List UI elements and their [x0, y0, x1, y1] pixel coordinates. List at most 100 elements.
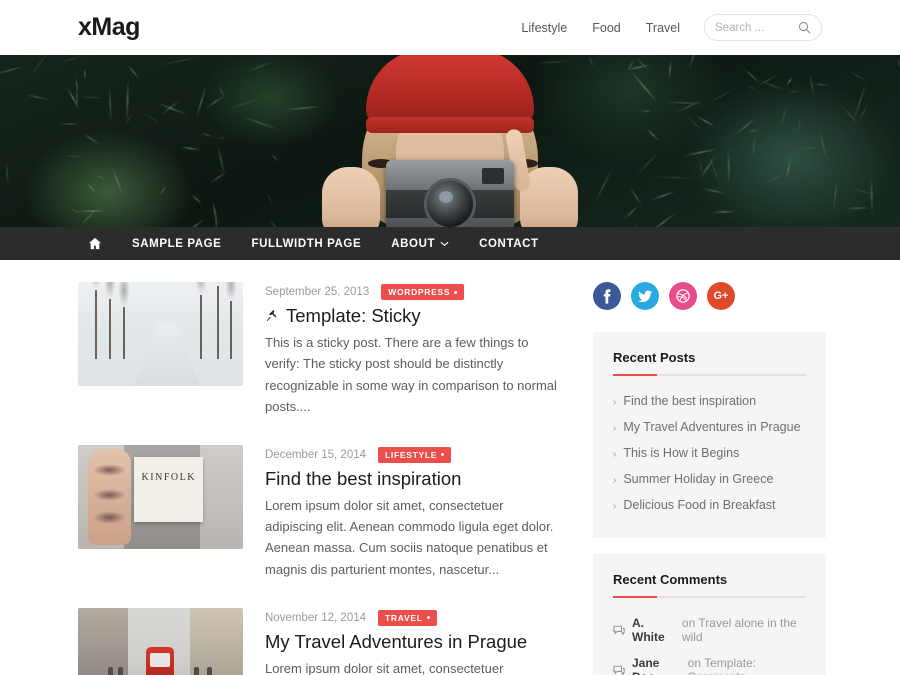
recent-comments-widget: Recent Comments A. White on Travel alone… [593, 554, 826, 675]
nav-item-sample-page[interactable]: SAMPLE PAGE [132, 238, 221, 250]
header-nav-item-lifestyle[interactable]: Lifestyle [521, 21, 567, 35]
post-meta: September 25, 2013 WORDPRESS [265, 284, 563, 300]
post-title[interactable]: My Travel Adventures in Prague [265, 630, 563, 653]
pine-needle [0, 65, 26, 77]
pine-needle [212, 201, 218, 220]
list-item[interactable]: › Summer Holiday in Greece [613, 466, 806, 492]
header-nav-item-food[interactable]: Food [592, 21, 621, 35]
search-input[interactable] [715, 21, 795, 34]
badge-dot-icon [454, 290, 458, 294]
post-meta: November 12, 2014 TRAVEL [265, 609, 563, 626]
list-item[interactable]: › Delicious Food in Breakfast [613, 492, 806, 518]
snowy-road-thumbnail [78, 282, 243, 386]
site-header: xMag Lifestyle Food Travel [0, 0, 900, 55]
page-body: September 25, 2013 WORDPRESS Template: S… [0, 260, 900, 675]
post-excerpt: Lorem ipsum dolor sit amet, consectetuer… [265, 660, 504, 675]
post-content: December 15, 2014 LIFESTYLE Find the bes… [265, 445, 563, 580]
sidebar: G+ Recent Posts › Find the best inspirati… [593, 282, 826, 675]
post-item[interactable]: September 25, 2013 WORDPRESS Template: S… [78, 282, 563, 417]
list-item[interactable]: › My Travel Adventures in Prague [613, 414, 806, 440]
comment-target: on Template: Comments [687, 656, 757, 675]
pine-needle [93, 173, 110, 182]
pine-needle [144, 113, 162, 126]
widget-divider [613, 374, 806, 376]
badge-dot-icon [441, 453, 445, 457]
facebook-icon[interactable] [593, 282, 621, 310]
post-category-badge[interactable]: WORDPRESS [381, 284, 465, 300]
home-icon [88, 237, 102, 250]
post-list: September 25, 2013 WORDPRESS Template: S… [78, 282, 563, 675]
pine-needle [786, 89, 802, 95]
post-thumbnail[interactable] [78, 282, 243, 386]
post-date: November 12, 2014 [265, 611, 367, 624]
pine-needle [832, 179, 839, 211]
post-title[interactable]: Template: Sticky [265, 304, 563, 327]
pine-needle [27, 55, 51, 79]
badge-dot-icon [426, 616, 430, 620]
site-logo[interactable]: xMag [78, 13, 140, 42]
pine-needle [240, 115, 280, 131]
list-item[interactable]: › This is How it Begins [613, 440, 806, 466]
post-title-text: My Travel Adventures in Prague [265, 630, 528, 652]
pine-needle [59, 123, 80, 126]
pine-needle [857, 103, 870, 124]
pine-needle [800, 146, 820, 151]
pine-needle [649, 189, 676, 201]
post-thumbnail[interactable] [78, 607, 243, 675]
pine-needle [152, 225, 158, 227]
pedestrian [107, 666, 113, 675]
pine-needle [688, 55, 704, 71]
vintage-camera [386, 160, 514, 227]
pine-needle [742, 67, 763, 85]
post-excerpt: This is a sticky post. There are a few t… [265, 335, 557, 414]
post-item[interactable]: November 12, 2014 TRAVEL My Travel Adven… [78, 607, 563, 675]
header-nav-item-travel[interactable]: Travel [646, 21, 680, 35]
chevron-right-icon: › [613, 449, 617, 460]
twitter-icon[interactable] [631, 282, 659, 310]
hand-left [322, 167, 380, 227]
post-category-badge[interactable]: TRAVEL [378, 609, 437, 626]
magazine-cover [134, 457, 204, 522]
chevron-right-icon: › [613, 475, 617, 486]
chevron-right-icon: › [613, 501, 617, 512]
pine-needle [74, 77, 79, 93]
tree [195, 282, 208, 359]
camera-viewfinder [482, 168, 504, 184]
pine-needle [786, 75, 794, 86]
nav-item-contact[interactable]: CONTACT [479, 238, 539, 250]
comment-author: A. White [632, 616, 665, 644]
search-icon[interactable] [798, 21, 811, 34]
list-item[interactable]: Jane Doe on Template: Comments [613, 650, 806, 675]
building-left [78, 607, 128, 675]
chevron-down-icon [440, 238, 449, 250]
post-item[interactable]: December 15, 2014 LIFESTYLE Find the bes… [78, 444, 563, 580]
comment-target: on Travel alone in the wild [681, 616, 797, 644]
snow-road [134, 321, 201, 386]
tree [89, 282, 102, 359]
pine-needle [111, 165, 125, 197]
recent-post-label: This is How it Begins [623, 446, 740, 460]
pine-needle [630, 71, 660, 105]
post-date: September 25, 2013 [265, 286, 370, 298]
nav-item-home[interactable] [88, 237, 102, 250]
post-category-badge[interactable]: LIFESTYLE [378, 446, 452, 463]
nav-item-about[interactable]: ABOUT [391, 238, 449, 250]
recent-comments-title: Recent Comments [613, 572, 728, 587]
nav-item-about-label: ABOUT [391, 237, 436, 250]
pine-needle [108, 85, 113, 124]
pine-needle [24, 93, 52, 102]
tattoo [92, 463, 126, 477]
post-title[interactable]: Find the best inspiration [265, 467, 563, 490]
nav-item-fullwidth-page[interactable]: FULLWIDTH PAGE [251, 238, 361, 250]
pine-needle [159, 185, 168, 196]
list-item[interactable]: A. White on Travel alone in the wild [613, 610, 806, 650]
list-item[interactable]: › Find the best inspiration [613, 388, 806, 414]
recent-posts-widget: Recent Posts › Find the best inspiration … [593, 332, 826, 538]
post-thumbnail[interactable] [78, 444, 243, 549]
search-box[interactable] [704, 14, 822, 41]
dribbble-icon[interactable] [669, 282, 697, 310]
google-plus-icon[interactable]: G+ [707, 282, 735, 310]
pine-needle [727, 146, 730, 186]
pine-needle [849, 187, 880, 198]
pine-needle [195, 85, 208, 118]
